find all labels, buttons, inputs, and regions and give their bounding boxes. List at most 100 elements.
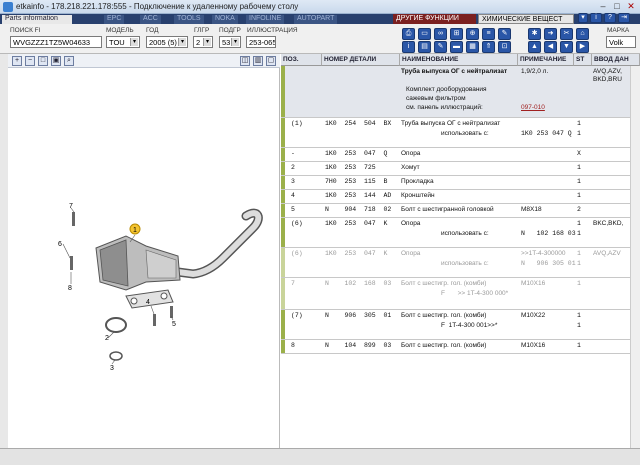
list-icon[interactable]: ≡ — [482, 28, 495, 40]
table-row[interactable]: 2 1K0 253 725 Хомут 1 — [281, 162, 640, 176]
chevron-down-icon[interactable]: ▾ — [578, 13, 588, 23]
document-icon[interactable]: ▤ — [418, 41, 431, 53]
row-input: BKC,BKD, — [593, 220, 624, 227]
home-icon[interactable]: ⌂ — [576, 28, 589, 40]
minimize-button[interactable]: – — [596, 1, 610, 12]
table-row[interactable]: - 1K0 253 047 Q Опора X — [281, 148, 640, 162]
col-header-part-number[interactable]: НОМЕР ДЕТАЛИ — [322, 54, 400, 66]
callout-7[interactable]: 7 — [69, 203, 73, 210]
pin-icon[interactable]: ✱ — [528, 28, 541, 40]
callout-8[interactable]: 8 — [68, 285, 72, 292]
row-pos: 5 — [291, 206, 295, 213]
upload-icon[interactable]: ⇑ — [482, 41, 495, 53]
arrow-left-icon[interactable]: ◀ — [544, 41, 557, 53]
table-view-icon[interactable]: ▥ — [253, 56, 263, 66]
image-view-icon[interactable]: ▢ — [266, 56, 276, 66]
cart-add-icon[interactable]: ⊕ — [466, 28, 479, 40]
row-marker — [281, 218, 285, 247]
table-row[interactable]: (6) 1K0 253 047 K Опора >>1T-4-300000 1 AVQ,A… — [281, 248, 640, 278]
arrow-up-icon[interactable]: ▲ — [528, 41, 541, 53]
table-row[interactable]: (6) 1K0 253 047 K Опора 1 BKC,BKD, использова… — [281, 218, 640, 248]
zoom-in-icon[interactable]: + — [12, 56, 22, 66]
col-header-st[interactable]: ST — [574, 54, 592, 66]
lock-icon[interactable]: ⊡ — [498, 41, 511, 53]
callout-5[interactable]: 5 — [172, 321, 176, 328]
calendar-icon[interactable]: ▦ — [466, 41, 479, 53]
chemicals-select[interactable]: ХИМИЧЕСКИЕ ВЕЩЕСТ — [478, 14, 574, 24]
tab-infoline[interactable]: INFOLINE — [246, 15, 285, 24]
callout-1[interactable]: 1 — [133, 227, 137, 234]
row-name: Болт с шестигр. гол. (комби) — [401, 280, 487, 287]
callout-4[interactable]: 4 — [146, 299, 150, 306]
split-view-icon[interactable]: ◫ — [240, 56, 250, 66]
bracket-hole — [160, 292, 168, 300]
row-st: 1 — [577, 280, 581, 287]
tab-acc[interactable]: ACC — [140, 15, 161, 24]
maximize-button[interactable]: □ — [610, 1, 624, 12]
row-marker — [281, 278, 285, 309]
table-row[interactable]: 8 N 104 899 03 Болт с шестигр. гол. (комби… — [281, 340, 640, 354]
clip-icon[interactable]: ✂ — [560, 28, 573, 40]
bike-icon[interactable]: ∞ — [434, 28, 447, 40]
table-row[interactable]: 4 1K0 253 144 AD Кронштейн 1 — [281, 190, 640, 204]
subgroup-label: ПОДГР — [219, 27, 241, 34]
tab-noka[interactable]: NOKA — [212, 15, 238, 24]
illustration-select[interactable]: 253-065 — [246, 36, 276, 48]
brand-select[interactable]: Volk — [606, 36, 636, 48]
vertical-scrollbar[interactable] — [630, 66, 640, 448]
callout-6[interactable]: 6 — [58, 241, 62, 248]
vin-search-input[interactable]: WVGZZZ1TZ5W04633 — [10, 36, 102, 48]
tab-epc[interactable]: EPC — [104, 15, 125, 24]
row-marker — [281, 148, 285, 161]
info-icon[interactable]: i — [590, 13, 602, 23]
exit-icon[interactable]: ⇥ — [618, 13, 630, 23]
info-icon[interactable]: i — [402, 41, 415, 53]
chevron-down-icon: ▾ — [203, 38, 211, 46]
model-select[interactable]: TOU ▾ — [106, 36, 140, 48]
car-icon[interactable]: ▭ — [418, 28, 431, 40]
vehicle-icon[interactable]: ▬ — [450, 41, 463, 53]
tab-autopart[interactable]: AUTOPART — [294, 15, 338, 24]
row-pos: 2 — [291, 164, 295, 171]
bolt — [70, 256, 73, 270]
arrow-right-icon[interactable]: ➜ — [544, 28, 557, 40]
tab-parts-information[interactable]: Parts information — [2, 15, 72, 24]
group-select[interactable]: 2 ▾ — [193, 36, 213, 48]
print-icon[interactable]: ⎙ — [402, 28, 415, 40]
table-header-info: Труба выпуска ОГ с нейтрализат 1,9/2,0 л… — [281, 66, 640, 118]
row-part-number: 1K0 253 725 — [325, 164, 376, 171]
row-pos: - — [291, 150, 295, 157]
table-row[interactable]: 3 7H0 253 115 B Прокладка 1 — [281, 176, 640, 190]
col-header-name[interactable]: НАИМЕНОВАНИЕ — [400, 54, 518, 66]
callout-2[interactable]: 2 — [105, 335, 109, 342]
year-select[interactable]: 2005 (5) ▾ — [146, 36, 188, 48]
arrow-right-icon[interactable]: ▶ — [576, 41, 589, 53]
row-part-number: N 906 305 01 — [325, 312, 392, 319]
col-header-input[interactable]: ВВОД ДАН — [592, 54, 640, 66]
row-input: AVQ,AZV — [593, 250, 621, 257]
table-row[interactable]: 7 N 102 168 03 Болт с шестигр. гол. (комби… — [281, 278, 640, 310]
menu-bar: Parts information EPC ACC TOOLS NOKA INF… — [0, 13, 640, 24]
row-name: Опора — [401, 220, 421, 227]
col-header-pos[interactable]: ПОЗ. — [281, 54, 322, 66]
col-header-note[interactable]: ПРИМЕЧАНИЕ — [518, 54, 574, 66]
cart-icon[interactable]: ⊞ — [450, 28, 463, 40]
table-row[interactable]: (7) N 906 305 01 Болт с шестигр. гол. (ком… — [281, 310, 640, 340]
table-row[interactable]: (1) 1K0 254 504 BX Труба выпуска ОГ с нейт… — [281, 118, 640, 148]
table-row[interactable]: 5 N 904 718 02 Болт с шестигранной головко… — [281, 204, 640, 218]
kit-link[interactable]: 097-010 — [521, 104, 545, 111]
help-icon[interactable]: ? — [604, 13, 616, 23]
subgroup-select[interactable]: 53 ▾ — [219, 36, 241, 48]
assembly-input: AVQ,AZV, — [593, 68, 622, 75]
close-button[interactable]: ✕ — [624, 1, 638, 12]
memo-icon[interactable]: ✎ — [498, 28, 511, 40]
zoom-out-icon[interactable]: − — [25, 56, 35, 66]
edit-icon[interactable]: ✎ — [434, 41, 447, 53]
other-functions-tab[interactable]: ДРУГИЕ ФУНКЦИИ — [393, 14, 476, 24]
search-icon[interactable]: ⌕ — [64, 56, 74, 66]
arrow-down-icon[interactable]: ▼ — [560, 41, 573, 53]
zoom-area-icon[interactable]: ▣ — [51, 56, 61, 66]
callout-3[interactable]: 3 — [110, 365, 114, 372]
tab-tools[interactable]: TOOLS — [174, 15, 204, 24]
zoom-fit-icon[interactable]: □ — [38, 56, 48, 66]
